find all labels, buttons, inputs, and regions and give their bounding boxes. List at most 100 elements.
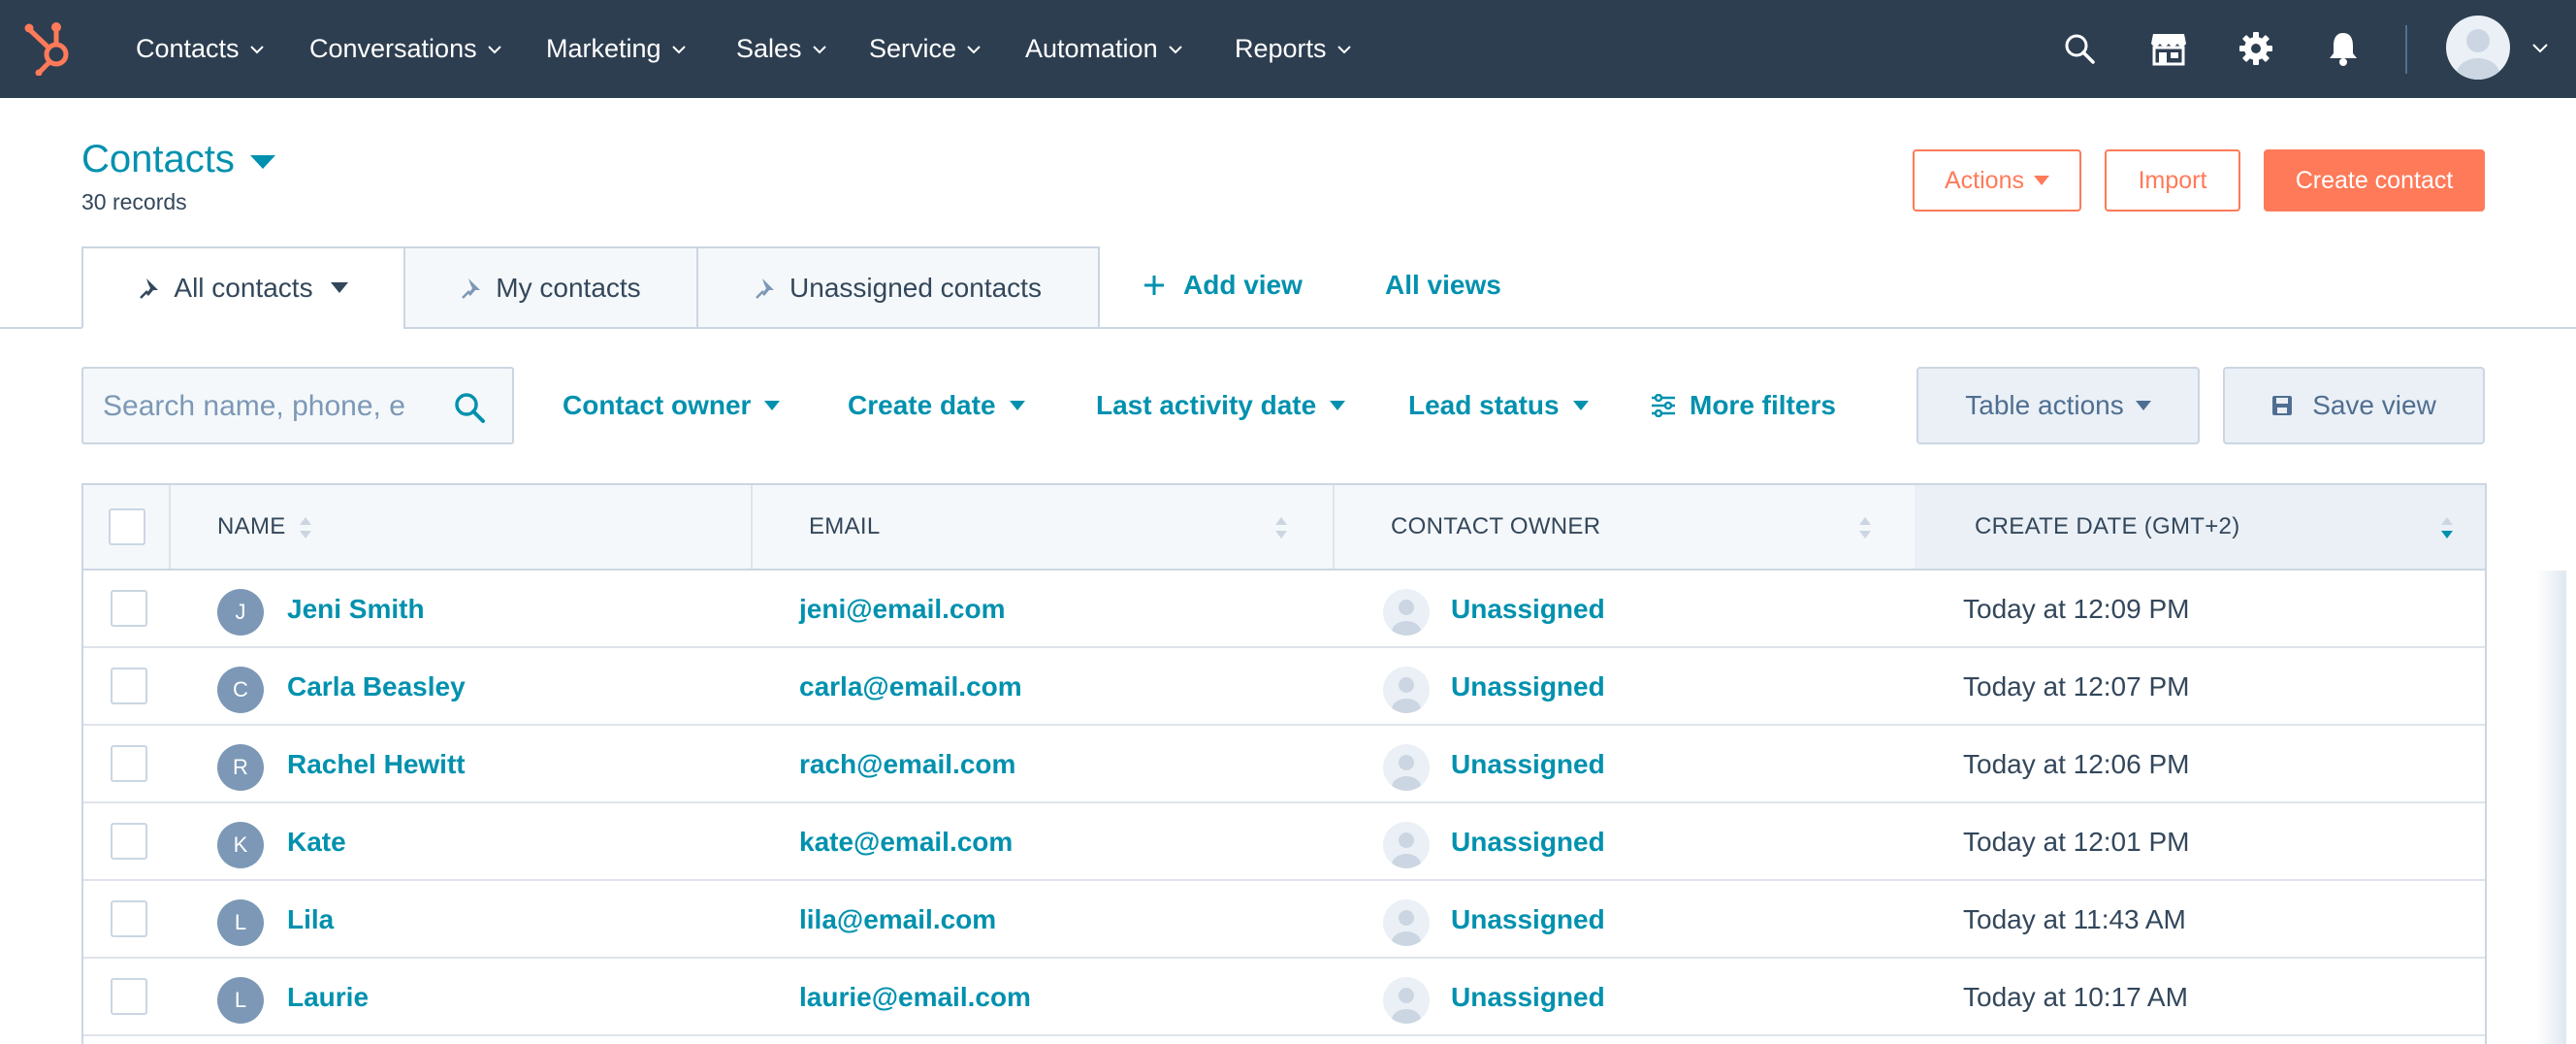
- contact-email-link[interactable]: kate@email.com: [799, 827, 1013, 858]
- create-date-filter[interactable]: Create date: [848, 384, 1025, 427]
- row-checkbox[interactable]: [111, 978, 147, 1015]
- contact-owner-link[interactable]: Unassigned: [1451, 671, 1605, 702]
- table-row[interactable]: K Kate kate@email.com Unassigned Today a…: [83, 803, 2485, 881]
- pin-icon: [140, 277, 159, 299]
- contact-email-link[interactable]: rach@email.com: [799, 749, 1015, 780]
- contact-email-link[interactable]: laurie@email.com: [799, 982, 1031, 1013]
- row-checkbox[interactable]: [111, 745, 147, 782]
- contact-name-link[interactable]: Carla Beasley: [287, 671, 466, 702]
- horizontal-scroll-shadow: [2537, 571, 2566, 1044]
- sort-icon[interactable]: [299, 516, 312, 539]
- sort-descending-icon[interactable]: [2440, 516, 2454, 539]
- owner-avatar: [1383, 744, 1430, 791]
- nav-divider: [2405, 25, 2407, 74]
- search-icon[interactable]: [452, 390, 487, 425]
- contact-name-link[interactable]: Kate: [287, 827, 346, 858]
- row-checkbox[interactable]: [111, 590, 147, 627]
- table-header: NAME EMAIL CONTACT OWNER CREATE DATE (GM…: [83, 485, 2485, 571]
- marketplace-icon[interactable]: [2149, 29, 2188, 68]
- contact-owner-link[interactable]: Unassigned: [1451, 982, 1605, 1013]
- search-icon[interactable]: [2060, 29, 2099, 68]
- table-row[interactable]: R Rachel Hewitt rach@email.com Unassigne…: [83, 726, 2485, 803]
- last-activity-date-filter[interactable]: Last activity date: [1096, 384, 1346, 427]
- table-row[interactable]: L Lila lila@email.com Unassigned Today a…: [83, 881, 2485, 959]
- nav-automation[interactable]: Automation: [1025, 0, 1183, 98]
- nav-sales[interactable]: Sales: [736, 0, 827, 98]
- column-header-name[interactable]: NAME: [217, 485, 286, 569]
- tab-unassigned-contacts[interactable]: Unassigned contacts: [696, 246, 1100, 329]
- caret-down-icon: [1009, 401, 1025, 410]
- contact-email-link[interactable]: jeni@email.com: [799, 594, 1006, 625]
- chevron-down-icon: [1168, 45, 1182, 53]
- contact-owner-link[interactable]: Unassigned: [1451, 594, 1605, 625]
- contact-avatar: L: [217, 899, 264, 946]
- table-actions-button[interactable]: Table actions: [1916, 367, 2200, 444]
- contact-owner-link[interactable]: Unassigned: [1451, 749, 1605, 780]
- column-header-create-date[interactable]: CREATE DATE (GMT+2): [1915, 485, 2485, 569]
- search-input[interactable]: [103, 386, 442, 427]
- gear-icon[interactable]: [2237, 29, 2275, 68]
- caret-down-icon: [1572, 401, 1589, 410]
- column-header-contact-owner[interactable]: CONTACT OWNER: [1391, 485, 1600, 569]
- table-row[interactable]: J Jeni Smith jeni@email.com Unassigned T…: [83, 571, 2485, 648]
- select-all-checkbox[interactable]: [109, 508, 145, 545]
- contact-email-link[interactable]: carla@email.com: [799, 671, 1022, 702]
- add-view-link[interactable]: Add view: [1143, 264, 1303, 307]
- nav-contacts[interactable]: Contacts: [136, 0, 265, 98]
- table-row[interactable]: L Laurie laurie@email.com Unassigned Tod…: [83, 959, 2485, 1036]
- actions-button[interactable]: Actions: [1913, 149, 2081, 212]
- lead-status-filter[interactable]: Lead status: [1408, 384, 1589, 427]
- contact-owner-filter[interactable]: Contact owner: [563, 384, 781, 427]
- record-count: 30 records: [81, 189, 187, 214]
- tab-my-contacts[interactable]: My contacts: [403, 246, 698, 329]
- sort-icon[interactable]: [1274, 516, 1288, 539]
- nav-marketing[interactable]: Marketing: [546, 0, 687, 98]
- sort-icon[interactable]: [1858, 516, 1872, 539]
- page-title[interactable]: Contacts: [81, 138, 235, 181]
- sliders-icon: [1652, 394, 1675, 417]
- hubspot-logo-icon[interactable]: [23, 17, 78, 76]
- contact-avatar: L: [217, 977, 264, 1024]
- contact-name-link[interactable]: Lila: [287, 904, 334, 935]
- column-header-email[interactable]: EMAIL: [809, 485, 881, 569]
- caret-down-icon: [330, 282, 348, 293]
- chevron-down-icon: [671, 45, 686, 53]
- contact-name-link[interactable]: Rachel Hewitt: [287, 749, 466, 780]
- more-filters-button[interactable]: More filters: [1651, 384, 1836, 427]
- user-avatar[interactable]: [2446, 16, 2510, 80]
- save-view-button[interactable]: Save view: [2223, 367, 2485, 444]
- owner-avatar: [1383, 977, 1430, 1024]
- contact-owner-link[interactable]: Unassigned: [1451, 827, 1605, 858]
- table-row[interactable]: C Carla Beasley carla@email.com Unassign…: [83, 648, 2485, 726]
- contact-avatar: R: [217, 744, 264, 791]
- column-divider: [169, 485, 171, 569]
- pin-icon: [756, 277, 775, 299]
- caret-down-icon[interactable]: [250, 155, 275, 169]
- create-contact-button[interactable]: Create contact: [2264, 149, 2485, 212]
- top-navigation: Contacts Conversations Marketing Sales S…: [0, 0, 2576, 98]
- import-button[interactable]: Import: [2105, 149, 2240, 212]
- row-checkbox[interactable]: [111, 668, 147, 704]
- nav-service[interactable]: Service: [869, 0, 982, 98]
- row-checkbox[interactable]: [111, 823, 147, 860]
- create-date-cell: Today at 12:01 PM: [1963, 827, 2190, 857]
- create-date-cell: Today at 10:17 AM: [1963, 982, 2188, 1012]
- chevron-down-icon: [967, 45, 981, 53]
- chevron-down-icon: [812, 45, 826, 53]
- caret-down-icon: [2135, 401, 2151, 410]
- column-divider: [751, 485, 753, 569]
- chevron-down-icon: [1336, 45, 1351, 53]
- contact-avatar: K: [217, 822, 264, 868]
- chevron-down-icon[interactable]: [2531, 43, 2549, 54]
- nav-reports[interactable]: Reports: [1235, 0, 1352, 98]
- contact-owner-link[interactable]: Unassigned: [1451, 904, 1605, 935]
- contact-email-link[interactable]: lila@email.com: [799, 904, 996, 935]
- nav-conversations[interactable]: Conversations: [309, 0, 502, 98]
- row-checkbox[interactable]: [111, 900, 147, 937]
- all-views-link[interactable]: All views: [1385, 264, 1501, 307]
- contact-name-link[interactable]: Laurie: [287, 982, 369, 1013]
- contact-name-link[interactable]: Jeni Smith: [287, 594, 425, 625]
- tab-all-contacts[interactable]: All contacts: [81, 246, 405, 329]
- bell-icon[interactable]: [2324, 29, 2363, 68]
- plus-icon: [1144, 276, 1164, 295]
